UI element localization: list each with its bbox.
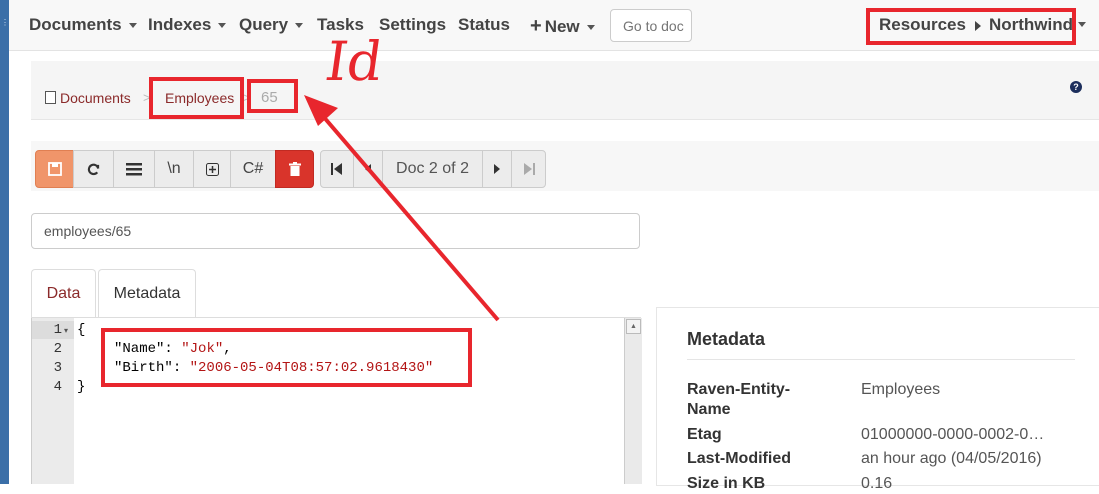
- annotation-arrow: [304, 95, 500, 322]
